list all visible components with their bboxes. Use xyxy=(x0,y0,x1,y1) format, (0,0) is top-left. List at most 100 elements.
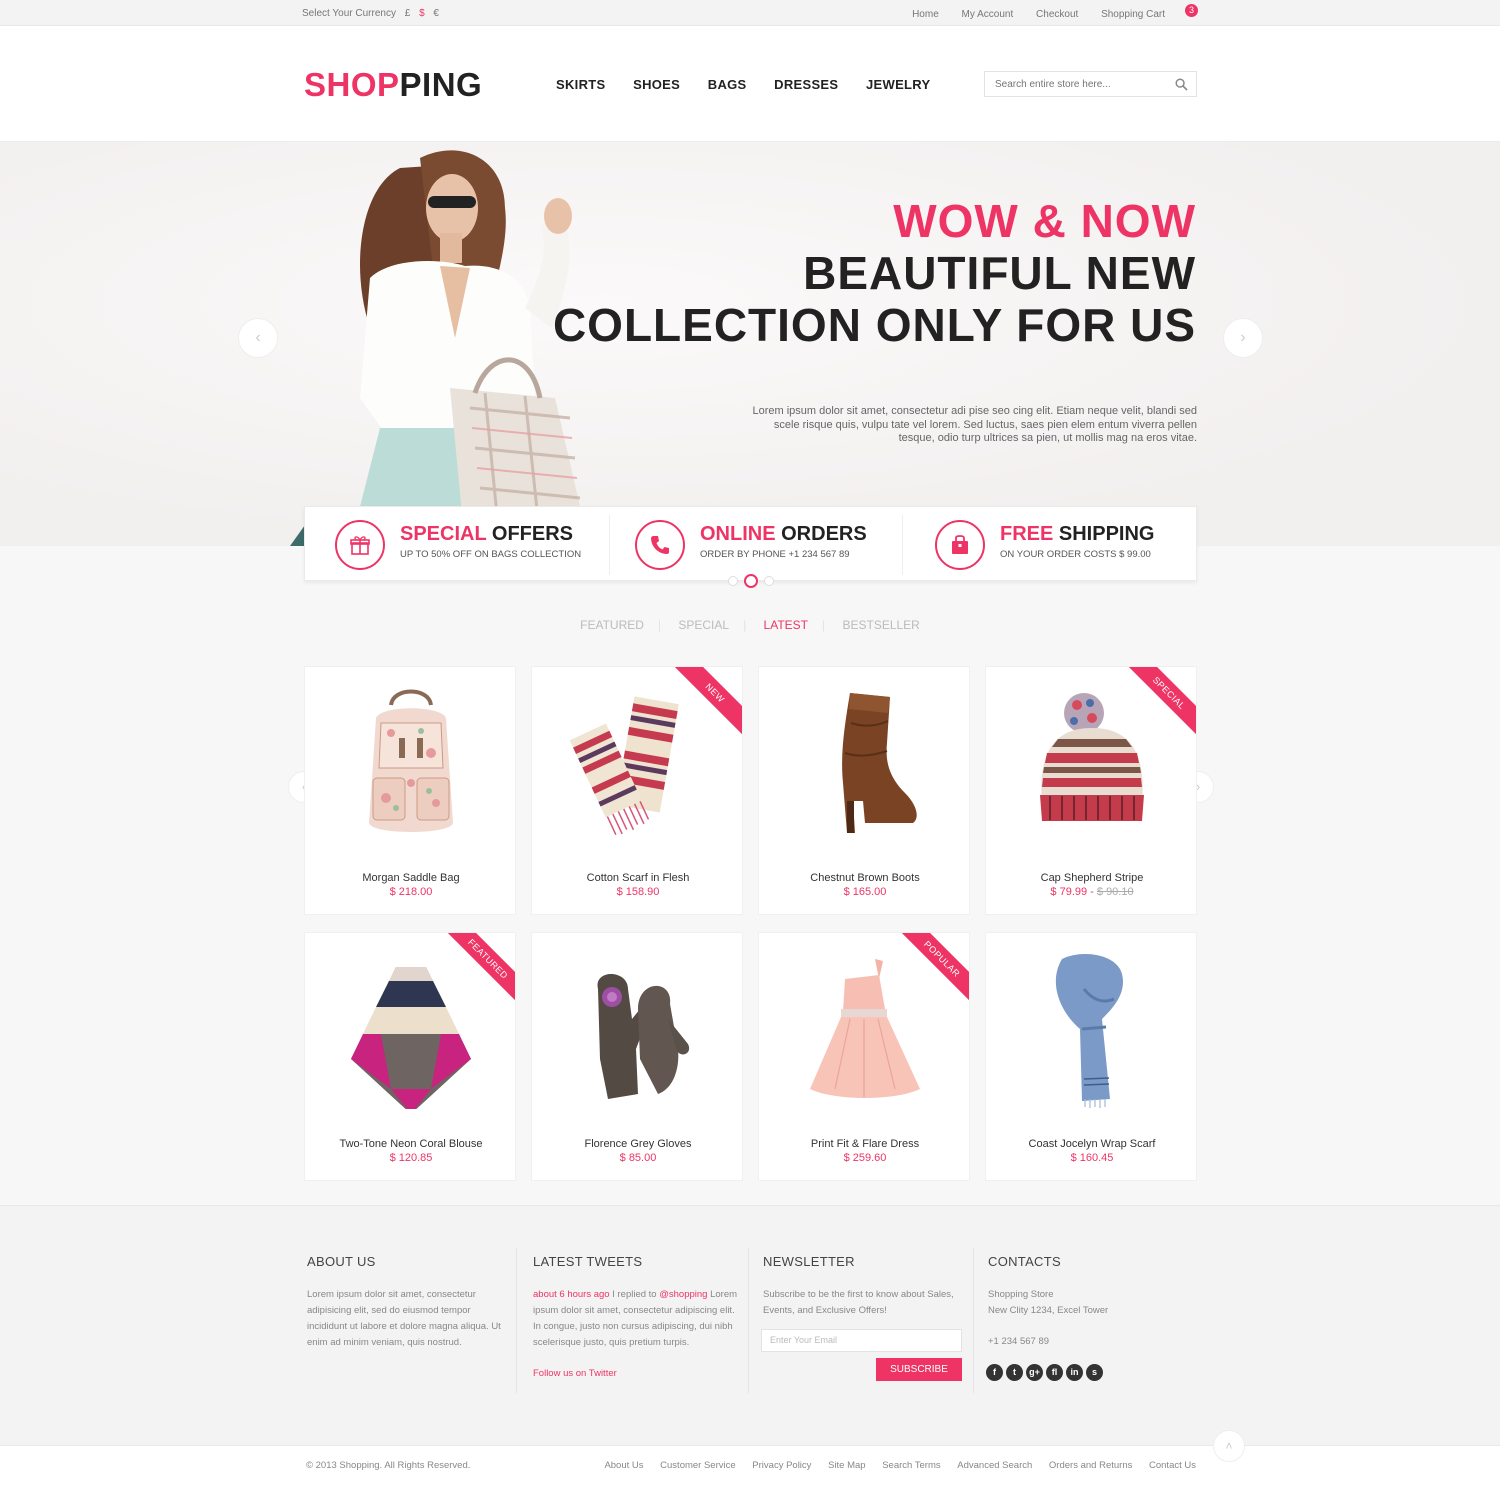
feature-subtitle: ORDER BY PHONE +1 234 567 89 xyxy=(700,549,850,560)
product-card[interactable]: Coast Jocelyn Wrap Scarf $ 160.45 xyxy=(985,932,1197,1181)
feature-subtitle: UP TO 50% OFF ON BAGS COLLECTION xyxy=(400,549,582,560)
feature-online-orders[interactable]: ONLINE ORDERS ORDER BY PHONE +1 234 567 … xyxy=(605,507,903,582)
search-icon[interactable] xyxy=(1175,78,1188,91)
orders-returns-link[interactable]: Orders and Returns xyxy=(1049,1460,1132,1471)
product-price: $ 79.99 - $ 90.10 xyxy=(1050,886,1134,898)
hero-headline-line-2: BEAUTIFUL NEW xyxy=(803,247,1196,299)
product-name[interactable]: Florence Grey Gloves xyxy=(532,1138,742,1150)
tab-special[interactable]: SPECIAL xyxy=(678,618,729,632)
site-map-link[interactable]: Site Map xyxy=(828,1460,866,1471)
header: SHOPPING SKIRTS SHOES BAGS DRESSES JEWEL… xyxy=(0,26,1500,142)
divider xyxy=(748,1248,749,1393)
footer-about: ABOUT US Lorem ipsum dolor sit amet, con… xyxy=(307,1254,502,1351)
product-price: $ 85.00 xyxy=(619,1152,657,1164)
tweet-time[interactable]: about 6 hours ago xyxy=(533,1289,610,1300)
my-account-link[interactable]: My Account xyxy=(962,9,1014,20)
currency-pound[interactable]: £ xyxy=(405,8,411,19)
hero-slider: WOW & NOW BEAUTIFUL NEW COLLECTION ONLY … xyxy=(0,142,1500,546)
product-image-poncho xyxy=(351,967,471,1109)
product-name[interactable]: Two-Tone Neon Coral Blouse xyxy=(305,1138,515,1150)
currency-dollar[interactable]: $ xyxy=(419,8,425,19)
facebook-icon[interactable]: f xyxy=(986,1364,1003,1381)
contact-us-link[interactable]: Contact Us xyxy=(1149,1460,1196,1471)
bag-icon xyxy=(935,520,985,570)
nav-jewelry[interactable]: JEWELRY xyxy=(866,77,930,92)
privacy-policy-link[interactable]: Privacy Policy xyxy=(752,1460,811,1471)
currency-label: Select Your Currency xyxy=(302,8,396,19)
top-links: Home My Account Checkout Shopping Cart 3 xyxy=(892,4,1198,21)
currency-selector: Select Your Currency £ $ € xyxy=(302,8,439,19)
tweet-text: about 6 hours ago I replied to @shopping… xyxy=(533,1289,738,1348)
hero-next-arrow-icon[interactable]: › xyxy=(1223,318,1263,358)
search-input[interactable] xyxy=(985,72,1165,96)
advanced-search-link[interactable]: Advanced Search xyxy=(957,1460,1032,1471)
follow-twitter-link[interactable]: Follow us on Twitter xyxy=(533,1366,738,1382)
linkedin-icon[interactable]: in xyxy=(1066,1364,1083,1381)
top-bar: Select Your Currency £ $ € Home My Accou… xyxy=(0,0,1500,26)
checkout-link[interactable]: Checkout xyxy=(1036,9,1078,20)
nav-shoes[interactable]: SHOES xyxy=(633,77,680,92)
twitter-icon[interactable]: t xyxy=(1006,1364,1023,1381)
feature-special-offers[interactable]: SPECIAL OFFERS UP TO 50% OFF ON BAGS COL… xyxy=(305,507,603,582)
product-image-backpack xyxy=(369,689,453,832)
product-card[interactable]: Morgan Saddle Bag $ 218.00 xyxy=(304,666,516,915)
gift-icon xyxy=(335,520,385,570)
nav-dresses[interactable]: DRESSES xyxy=(774,77,838,92)
nav-bags[interactable]: BAGS xyxy=(708,77,747,92)
nav-skirts[interactable]: SKIRTS xyxy=(556,77,605,92)
product-price: $ 165.00 xyxy=(843,886,887,898)
footer-about-text: Lorem ipsum dolor sit amet, consectetur … xyxy=(307,1289,501,1348)
product-card[interactable]: Florence Grey Gloves $ 85.00 xyxy=(531,932,743,1181)
feature-title: SPECIAL OFFERS xyxy=(400,523,573,545)
contact-store: Shopping Store xyxy=(988,1289,1054,1300)
product-card[interactable]: POPULAR Print Fit & Flare Dress $ 259.60 xyxy=(758,932,970,1181)
slider-dot-active[interactable] xyxy=(744,574,758,588)
product-price: $ 259.60 xyxy=(843,1152,887,1164)
hero-prev-arrow-icon[interactable]: ‹ xyxy=(238,318,278,358)
feature-free-shipping[interactable]: FREE SHIPPING ON YOUR ORDER COSTS $ 99.0… xyxy=(905,507,1203,582)
search-box xyxy=(984,71,1197,97)
tab-bestseller[interactable]: BESTSELLER xyxy=(842,618,919,632)
product-card[interactable]: Chestnut Brown Boots $ 165.00 xyxy=(758,666,970,915)
newsletter-email-input[interactable]: Enter Your Email xyxy=(761,1329,962,1352)
product-name[interactable]: Coast Jocelyn Wrap Scarf xyxy=(986,1138,1196,1150)
subscribe-button[interactable]: SUBSCRIBE xyxy=(876,1358,962,1381)
search-terms-link[interactable]: Search Terms xyxy=(882,1460,940,1471)
footer-tweets-title: LATEST TWEETS xyxy=(533,1254,643,1269)
product-image-grey-gloves xyxy=(597,974,690,1099)
hero-headline-line-3: COLLECTION ONLY FOR US xyxy=(552,299,1196,351)
product-name[interactable]: Cap Shepherd Stripe xyxy=(986,872,1196,884)
features-box: SPECIAL OFFERS UP TO 50% OFF ON BAGS COL… xyxy=(304,506,1197,581)
product-card[interactable]: FEATURED Two-Tone Neon Coral Blouse $ 12… xyxy=(304,932,516,1181)
slider-dot[interactable] xyxy=(728,576,738,586)
contact-phone: +1 234 567 89 xyxy=(988,1336,1050,1347)
footer-about-title: ABOUT US xyxy=(307,1254,376,1269)
flickr-icon[interactable]: fl xyxy=(1046,1364,1063,1381)
product-tabs: FEATURED | SPECIAL | LATEST | BESTSELLER xyxy=(580,618,920,632)
about-us-link[interactable]: About Us xyxy=(604,1460,643,1471)
bottom-links: About Us Customer Service Privacy Policy… xyxy=(590,1460,1196,1471)
currency-euro[interactable]: € xyxy=(433,8,439,19)
social-links: f t g+ fl in s xyxy=(986,1362,1106,1381)
product-image-striped-beanie xyxy=(1040,693,1144,821)
product-card[interactable]: SPECIAL Cap Shepherd Stripe $ 79.99 - $ … xyxy=(985,666,1197,915)
product-card[interactable]: NEW Cotton Scarf in Flesh $ 158.90 xyxy=(531,666,743,915)
feature-title: ONLINE ORDERS xyxy=(700,523,867,545)
tab-latest[interactable]: LATEST xyxy=(764,618,808,632)
footer-contacts: CONTACTS Shopping Store New Clity 1234, … xyxy=(988,1254,1188,1350)
tab-featured[interactable]: FEATURED xyxy=(580,618,644,632)
product-name[interactable]: Morgan Saddle Bag xyxy=(305,872,515,884)
product-name[interactable]: Cotton Scarf in Flesh xyxy=(532,872,742,884)
home-link[interactable]: Home xyxy=(912,9,939,20)
product-image-brown-boots xyxy=(842,693,917,833)
product-image-striped-scarf xyxy=(569,696,679,835)
product-name[interactable]: Chestnut Brown Boots xyxy=(759,872,969,884)
back-to-top-arrow-icon[interactable]: ˄ xyxy=(1213,1430,1245,1462)
tweet-handle[interactable]: @shopping xyxy=(659,1289,707,1300)
shopping-cart-link[interactable]: Shopping Cart xyxy=(1101,9,1165,20)
product-name[interactable]: Print Fit & Flare Dress xyxy=(759,1138,969,1150)
skype-icon[interactable]: s xyxy=(1086,1364,1103,1381)
google-plus-icon[interactable]: g+ xyxy=(1026,1364,1043,1381)
slider-dot[interactable] xyxy=(764,576,774,586)
customer-service-link[interactable]: Customer Service xyxy=(660,1460,736,1471)
